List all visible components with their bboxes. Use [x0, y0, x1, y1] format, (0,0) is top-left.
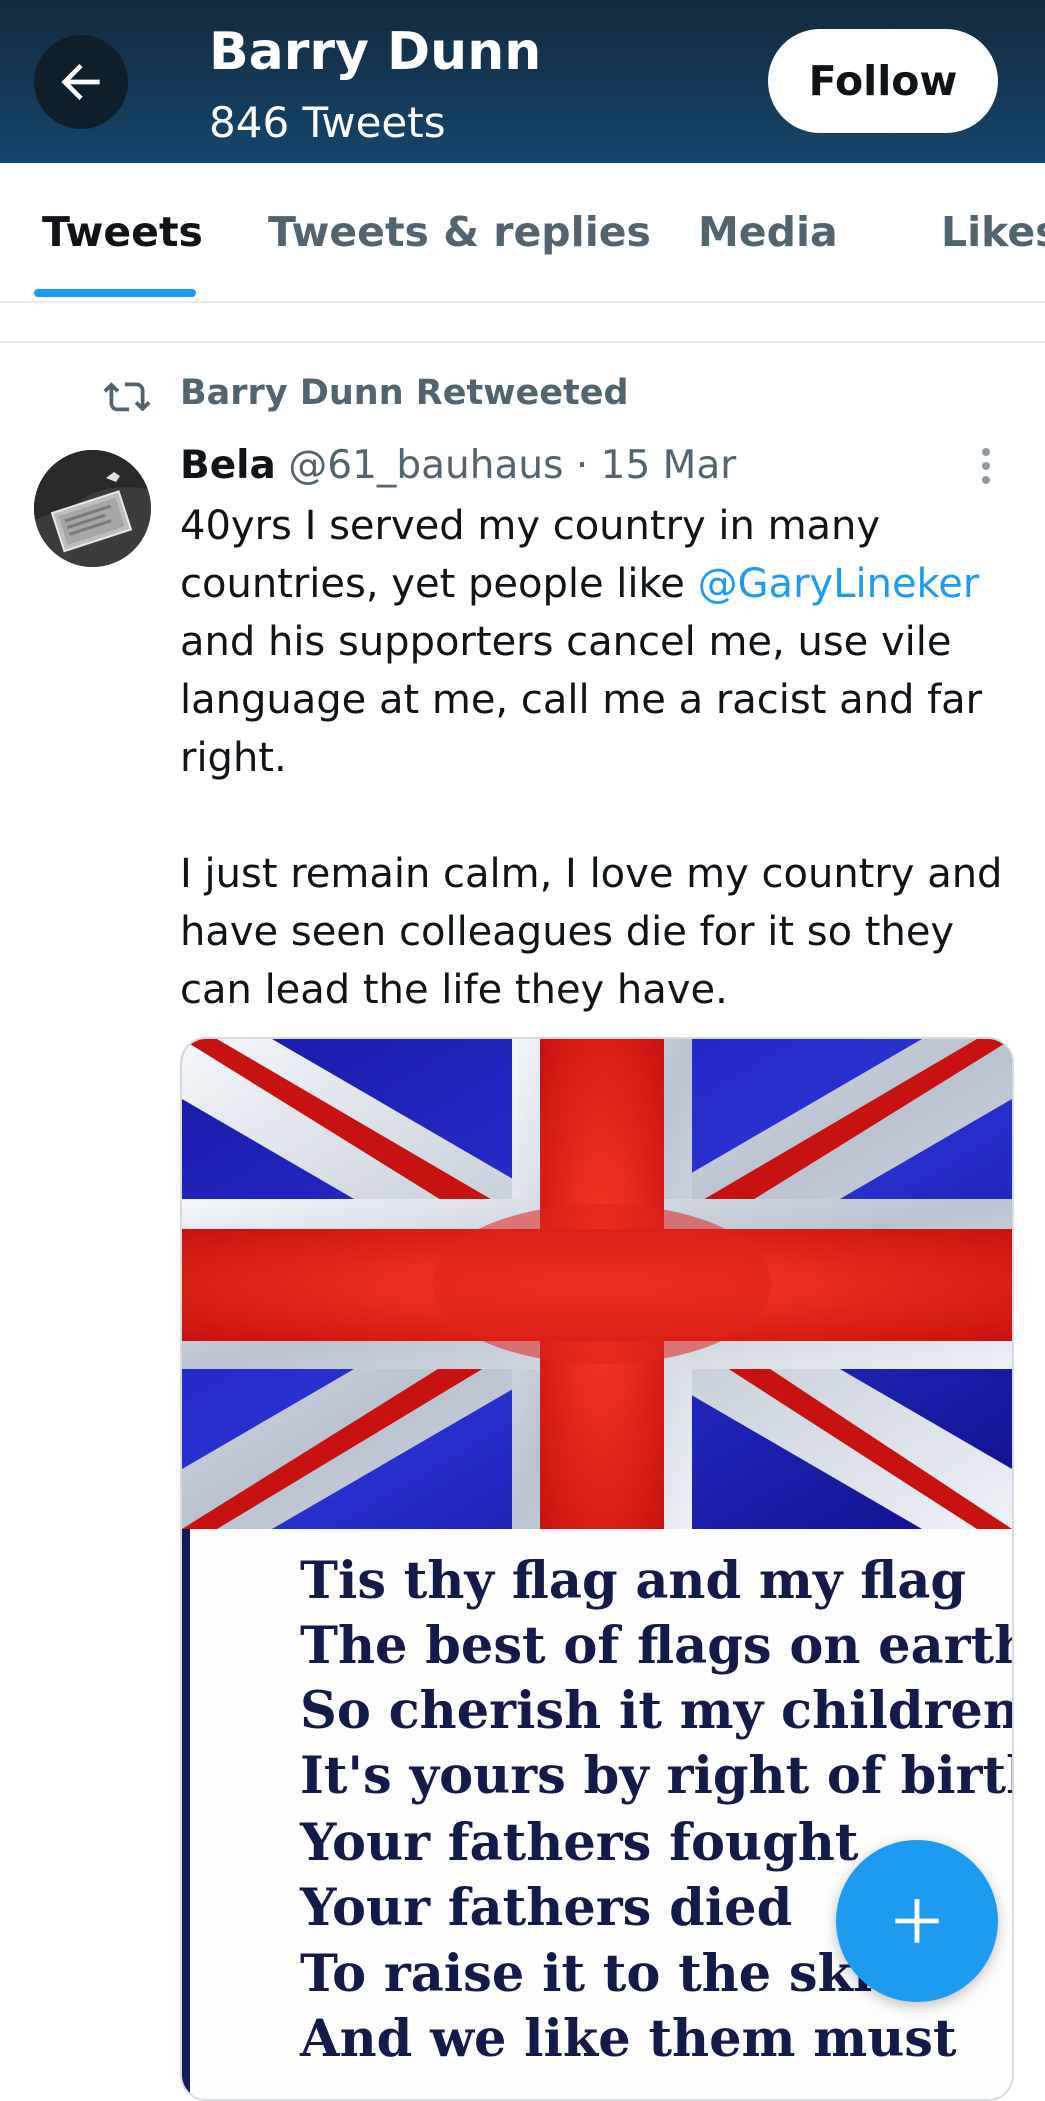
tweet-text-segment: and his supporters cancel me, use vile l… — [180, 619, 983, 781]
more-options-icon[interactable] — [975, 446, 997, 486]
poem-line: And we like them must — [300, 2009, 957, 2069]
tab-tweets-and-replies[interactable]: Tweets & replies — [268, 208, 651, 256]
previous-tweet-fragment — [0, 303, 1045, 343]
tab-likes[interactable]: Likes — [941, 208, 1045, 256]
tweet-text: 40yrs I served my country in many countr… — [180, 497, 1020, 1019]
union-jack-flag-image — [182, 1039, 1012, 1529]
retweeted-by-label[interactable]: Barry Dunn Retweeted — [180, 373, 629, 413]
poem-text-block: Tis thy flag and my flag The best of fla… — [182, 1529, 1014, 2099]
avatar[interactable] — [34, 450, 151, 567]
tweet-paragraph: 40yrs I served my country in many countr… — [180, 497, 1020, 787]
tab-media[interactable]: Media — [698, 208, 838, 256]
tweet-header: Bela @61_bauhaus · 15 Mar — [180, 443, 736, 488]
plus-icon — [895, 1899, 939, 1943]
tweet-author-handle[interactable]: @61_bauhaus — [288, 443, 563, 488]
back-button[interactable] — [34, 35, 128, 129]
active-tab-indicator — [34, 289, 196, 297]
tweet-date[interactable]: 15 Mar — [601, 443, 737, 488]
poem-line: So cherish it my children — [300, 1681, 1014, 1741]
arrow-left-icon — [61, 64, 100, 100]
tweet-count: 846 Tweets — [209, 98, 446, 147]
poem-line: Your fathers fought — [300, 1813, 859, 1873]
poem-line: To raise it to the skies — [300, 1944, 934, 2004]
profile-tabs: Tweets Tweets & replies Media Likes — [0, 163, 1045, 303]
retweet-icon — [103, 382, 151, 412]
profile-header: Barry Dunn 846 Tweets Follow — [0, 0, 1045, 163]
mention-link[interactable]: @GaryLineker — [698, 561, 980, 607]
separator-dot: · — [575, 443, 589, 488]
poem-line: Tis thy flag and my flag — [300, 1551, 967, 1611]
poem-line: It's yours by right of birth — [300, 1746, 1014, 1806]
avatar-image — [34, 450, 151, 567]
poem-line: Your fathers died — [300, 1878, 793, 1938]
tab-tweets[interactable]: Tweets — [42, 208, 203, 256]
tweet-paragraph: I just remain calm, I love my country an… — [180, 851, 1003, 1013]
divider — [0, 341, 1045, 343]
follow-button[interactable]: Follow — [768, 29, 998, 133]
profile-name: Barry Dunn — [209, 22, 542, 82]
poem-line: The best of flags on earth — [300, 1616, 1014, 1676]
compose-tweet-button[interactable] — [836, 1840, 998, 2002]
tweet-author-name[interactable]: Bela — [180, 443, 276, 488]
